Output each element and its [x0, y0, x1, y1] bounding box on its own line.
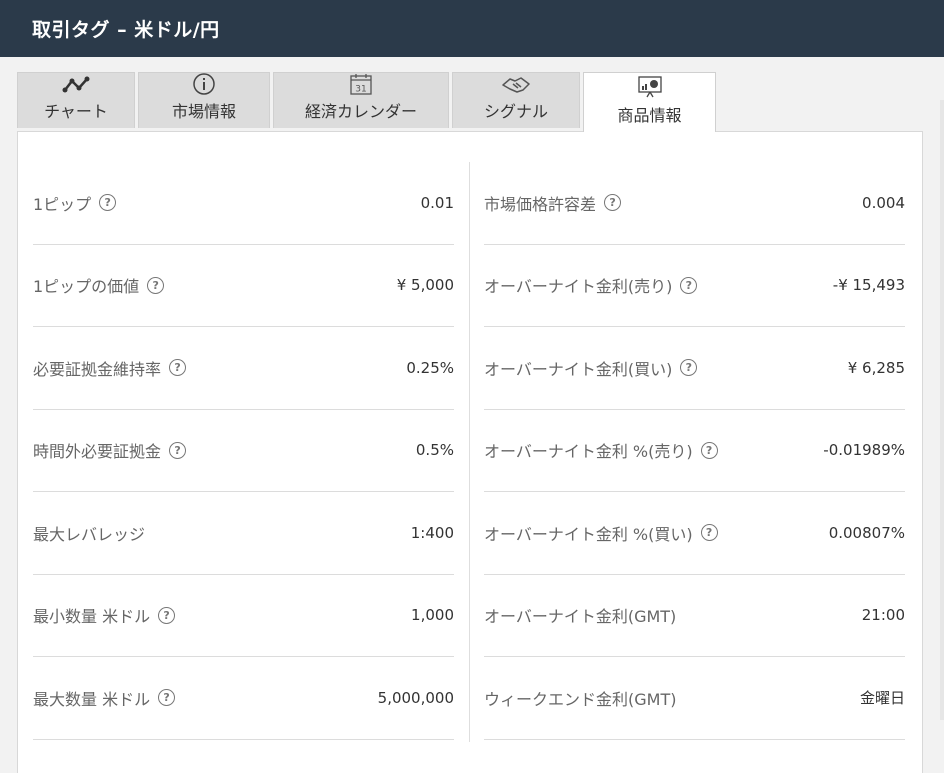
spec-label-text: 市場価格許容差	[484, 194, 597, 214]
spec-row: 最大レバレッジ 1:400	[33, 492, 454, 575]
help-icon[interactable]: ?	[169, 441, 187, 459]
spec-label-text: 最小数量 米ドル	[33, 607, 151, 627]
spec-value: ¥ 5,000	[396, 276, 454, 295]
spec-label: ウィークエンド金利(GMT)	[484, 686, 676, 710]
spec-value: 1,000	[411, 606, 454, 625]
spec-label: 必要証拠金維持率?	[33, 356, 187, 380]
spec-value: 0.5%	[415, 441, 454, 460]
spec-row: 必要証拠金維持率? 0.25%	[33, 327, 454, 410]
handshake-icon	[501, 73, 531, 96]
spec-value: 0.01	[420, 193, 454, 212]
tab-chart-label: チャート	[44, 102, 108, 121]
help-icon[interactable]: ?	[700, 441, 718, 459]
spec-label-text: ウィークエンド金利(GMT)	[484, 689, 677, 709]
help-icon[interactable]: ?	[604, 194, 622, 212]
help-icon[interactable]: ?	[158, 689, 176, 707]
spec-row: オーバーナイト金利(買い)? ¥ 6,285	[484, 327, 905, 410]
spec-label-text: 最大レバレッジ	[33, 524, 146, 544]
window-title: 取引タグ – 米ドル/円	[32, 19, 220, 41]
spec-value: 0.00807%	[828, 523, 905, 542]
help-icon[interactable]: ?	[680, 276, 698, 294]
spec-label: オーバーナイト金利 %(買い)?	[484, 521, 718, 545]
spec-row: 1ピップ? 0.01	[33, 162, 454, 245]
presentation-icon	[637, 74, 663, 100]
left-spec-list: 1ピップ? 0.01 1ピップの価値? ¥ 5,000 必要証拠金維持率? 0.25% 時間…	[33, 162, 454, 740]
spec-value: 金曜日	[859, 689, 905, 708]
spec-value: ¥ 6,285	[847, 358, 905, 377]
spec-row: 最小数量 米ドル? 1,000	[33, 575, 454, 657]
tab-product-info-label: 商品情報	[617, 106, 682, 125]
help-icon[interactable]: ?	[99, 194, 117, 212]
spec-label-text: 1ピップ	[33, 194, 92, 214]
spec-label: 1ピップの価値?	[33, 273, 165, 297]
spec-value: 0.25%	[406, 358, 454, 377]
spec-label: 時間外必要証拠金?	[33, 438, 187, 462]
spec-label: オーバーナイト金利(売り)?	[484, 273, 698, 297]
tab-chart[interactable]: チャート	[17, 72, 135, 128]
spec-value: 21:00	[861, 606, 905, 625]
spec-label-text: 必要証拠金維持率	[33, 359, 162, 379]
info-icon	[192, 72, 216, 96]
spec-row: 時間外必要証拠金? 0.5%	[33, 410, 454, 492]
tab-market-info[interactable]: 市場情報	[138, 72, 270, 128]
scrollbar-edge[interactable]	[940, 100, 944, 720]
help-icon[interactable]: ?	[158, 606, 176, 624]
spec-row: ウィークエンド金利(GMT) 金曜日	[484, 657, 905, 740]
tab-bar: チャート 市場情報 31 経済カレンダー シグナル 商品情報	[17, 72, 716, 132]
tab-market-info-label: 市場情報	[171, 102, 236, 121]
spec-label: 最小数量 米ドル?	[33, 603, 176, 627]
spec-label-text: 時間外必要証拠金	[33, 442, 162, 462]
spec-value: 0.004	[862, 193, 905, 212]
calendar-day: 31	[355, 85, 366, 95]
spec-row: オーバーナイト金利 %(買い)? 0.00807%	[484, 492, 905, 575]
spec-row: オーバーナイト金利 %(売り)? -0.01989%	[484, 410, 905, 492]
spec-label: 市場価格許容差?	[484, 191, 622, 215]
spec-row: 市場価格許容差? 0.004	[484, 162, 905, 245]
tab-economic-calendar-label: 経済カレンダー	[304, 102, 417, 121]
spec-label: 最大レバレッジ	[33, 521, 145, 545]
spec-value: -0.01989%	[823, 441, 905, 460]
spec-label-text: オーバーナイト金利(GMT)	[484, 607, 677, 627]
spec-value: -¥ 15,493	[832, 276, 905, 295]
help-icon[interactable]: ?	[147, 276, 165, 294]
help-icon[interactable]: ?	[680, 359, 698, 377]
tab-signal[interactable]: シグナル	[452, 72, 580, 128]
tab-economic-calendar[interactable]: 31 経済カレンダー	[273, 72, 449, 128]
calendar-icon: 31	[349, 72, 373, 96]
spec-label: 最大数量 米ドル?	[33, 686, 176, 710]
spec-label-text: 最大数量 米ドル	[33, 689, 151, 709]
tab-signal-label: シグナル	[483, 102, 548, 121]
spec-label: 1ピップ?	[33, 191, 117, 215]
right-spec-list: 市場価格許容差? 0.004 オーバーナイト金利(売り)? -¥ 15,493 オーバー…	[484, 162, 905, 740]
spec-row: オーバーナイト金利(売り)? -¥ 15,493	[484, 245, 905, 327]
line-chart-icon	[62, 73, 90, 96]
spec-label: オーバーナイト金利(GMT)	[484, 603, 676, 627]
help-icon[interactable]: ?	[169, 359, 187, 377]
spec-row: 最大数量 米ドル? 5,000,000	[33, 657, 454, 740]
spec-label: オーバーナイト金利 %(売り)?	[484, 438, 718, 462]
spec-label-text: オーバーナイト金利(売り)	[484, 277, 673, 297]
column-divider	[469, 162, 470, 742]
spec-label: オーバーナイト金利(買い)?	[484, 356, 698, 380]
spec-label-text: 1ピップの価値	[33, 277, 140, 297]
tab-product-info[interactable]: 商品情報	[583, 72, 716, 132]
spec-label-text: オーバーナイト金利 %(買い)	[484, 524, 693, 544]
spec-value: 1:400	[410, 523, 454, 542]
spec-label-text: オーバーナイト金利(買い)	[484, 359, 673, 379]
spec-label-text: オーバーナイト金利 %(売り)	[484, 442, 693, 462]
help-icon[interactable]: ?	[700, 524, 718, 542]
product-info-panel: 1ピップ? 0.01 1ピップの価値? ¥ 5,000 必要証拠金維持率? 0.25% 時間…	[17, 131, 923, 773]
spec-row: オーバーナイト金利(GMT) 21:00	[484, 575, 905, 657]
window-title-bar: 取引タグ – 米ドル/円	[0, 0, 944, 57]
spec-row: 1ピップの価値? ¥ 5,000	[33, 245, 454, 327]
spec-value: 5,000,000	[377, 688, 454, 707]
